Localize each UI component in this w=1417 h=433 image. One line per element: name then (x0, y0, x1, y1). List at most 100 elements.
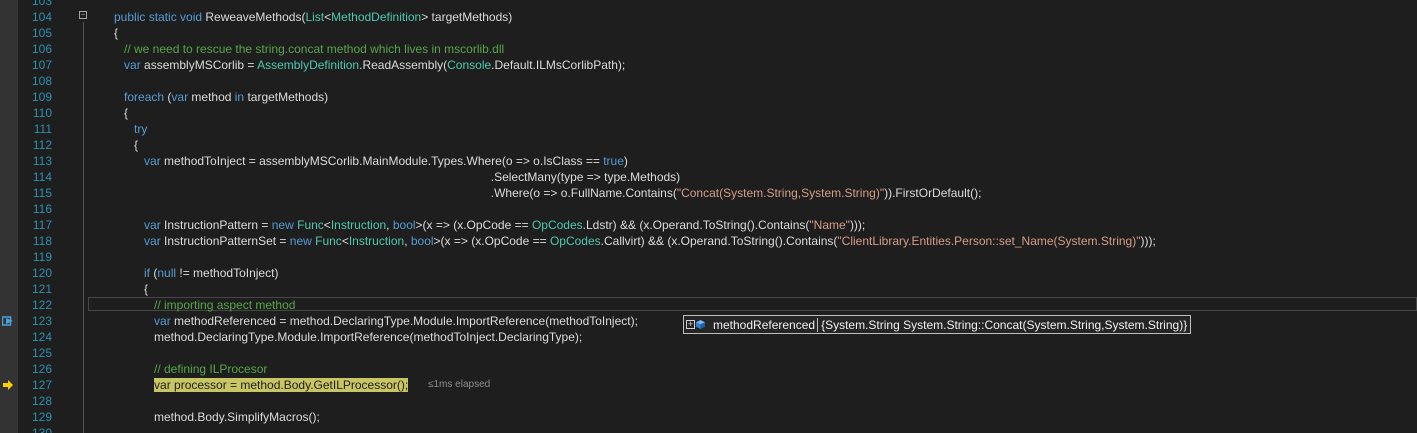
code-token: ))); (849, 218, 866, 232)
code-line[interactable]: 113 var methodToInject = assemblyMSCorli… (0, 153, 1417, 169)
code-text[interactable]: .SelectMany(type => type.Methods) (114, 169, 680, 185)
code-text[interactable]: var assemblyMSCorlib = AssemblyDefinitio… (114, 57, 625, 73)
code-token: , (386, 218, 393, 232)
code-token: methodToInject = assemblyMSCorlib.MainMo… (160, 154, 604, 168)
code-text[interactable]: foreach (var method in targetMethods) (114, 89, 328, 105)
code-line[interactable]: 109 foreach (var method in targetMethods… (0, 89, 1417, 105)
code-token: assemblyMSCorlib = (140, 58, 258, 72)
code-text[interactable]: var methodToInject = assemblyMSCorlib.Ma… (114, 153, 628, 169)
code-token: Instruction (348, 234, 405, 248)
line-number: 128 (31, 394, 52, 408)
code-text[interactable]: public static void ReweaveMethods(List<M… (114, 9, 512, 25)
code-text[interactable]: // we need to rescue the string.concat m… (114, 41, 504, 57)
code-line[interactable]: 120 if (null != methodToInject) (0, 265, 1417, 281)
code-text[interactable]: { (114, 137, 138, 153)
code-line[interactable]: 105 { (0, 25, 1417, 41)
code-line[interactable]: 107 var assemblyMSCorlib = AssemblyDefin… (0, 57, 1417, 73)
code-token: var processor = method.Body.GetILProcess… (154, 378, 409, 392)
code-text[interactable]: .Where(o => o.FullName.Contains("Concat(… (114, 185, 982, 201)
line-number: 107 (31, 58, 52, 72)
code-token: // we need to rescue the string.concat m… (114, 42, 505, 56)
code-token: "Concat(System.String,System.String)" (676, 186, 885, 200)
code-line[interactable]: 114 .SelectMany(type => type.Methods) (0, 169, 1417, 185)
code-token: bool (392, 218, 416, 232)
datatip-variable-value[interactable]: {System.String System.String::Concat(Sys… (821, 318, 1187, 332)
code-text[interactable]: if (null != methodToInject) (114, 265, 278, 281)
code-token: foreach (124, 90, 165, 104)
line-number: 109 (31, 90, 52, 104)
code-token: ReweaveMethods( (205, 10, 306, 24)
code-line[interactable]: 112 { (0, 137, 1417, 153)
code-line[interactable]: 127 var processor = method.Body.GetILPro… (0, 377, 1417, 393)
line-number: 119 (32, 250, 52, 264)
code-token: var (144, 218, 161, 232)
line-number: 114 (32, 170, 52, 184)
datatip-variable-name: methodReferenced (711, 317, 819, 332)
code-text[interactable]: var InstructionPattern = new Func<Instru… (114, 217, 865, 233)
line-number: 110 (32, 106, 52, 120)
code-token: public static void (114, 10, 206, 24)
code-line[interactable]: 111 try (0, 121, 1417, 137)
code-line[interactable]: 130 (0, 425, 1417, 433)
code-token: bool (410, 234, 434, 248)
code-line[interactable]: 108 (0, 73, 1417, 89)
code-line[interactable]: 129 method.Body.SimplifyMacros(); (0, 409, 1417, 425)
code-token: ) (623, 154, 628, 168)
code-token: OpCodes (531, 218, 583, 232)
code-line[interactable]: 121 { (0, 281, 1417, 297)
code-text[interactable]: { (114, 281, 148, 297)
code-token: InstructionPatternSet = (160, 234, 290, 248)
code-token: var (144, 154, 161, 168)
code-text[interactable]: // importing aspect method (114, 297, 295, 313)
code-line[interactable]: 103 (0, 0, 1417, 9)
code-line[interactable]: 104 public static void ReweaveMethods(Lis… (0, 9, 1417, 25)
code-token: MethodDefinition (331, 10, 422, 24)
code-text[interactable]: var methodReferenced = method.DeclaringT… (114, 313, 638, 329)
code-line[interactable]: 110 { (0, 105, 1417, 121)
code-token: targetMethods) (244, 90, 329, 104)
code-line[interactable]: 118 var InstructionPatternSet = new Func… (0, 233, 1417, 249)
code-text[interactable]: // defining ILProcesor (114, 361, 267, 377)
code-line[interactable]: 106 // we need to rescue the string.conc… (0, 41, 1417, 57)
line-number: 111 (33, 122, 52, 136)
code-line[interactable]: 117 var InstructionPattern = new Func<In… (0, 217, 1417, 233)
code-text[interactable]: { (114, 105, 128, 121)
code-text[interactable]: var InstructionPatternSet = new Func<Ins… (114, 233, 1156, 249)
code-token: method.DeclaringType.Module.ImportRefere… (114, 330, 583, 344)
line-number: 120 (31, 266, 52, 280)
code-line[interactable]: 116 (0, 201, 1417, 217)
line-number: 105 (31, 26, 52, 40)
line-number: 115 (32, 186, 52, 200)
code-line[interactable]: 122 // importing aspect method (0, 297, 1417, 313)
code-line[interactable]: 115 .Where(o => o.FullName.Contains("Con… (0, 185, 1417, 201)
code-token: { (114, 138, 139, 152)
code-token: var (144, 234, 161, 248)
code-token: try (134, 122, 148, 136)
code-text[interactable]: try (114, 121, 147, 137)
perf-tip[interactable]: ≤1ms elapsed (428, 377, 490, 393)
plus-box-icon[interactable]: + (686, 320, 695, 329)
code-token: Console (447, 58, 492, 72)
code-text[interactable]: method.Body.SimplifyMacros(); (114, 409, 320, 425)
code-token: InstructionPattern = (160, 218, 272, 232)
code-text[interactable]: method.DeclaringType.Module.ImportRefere… (114, 329, 582, 345)
code-text[interactable]: { (114, 25, 118, 41)
code-text[interactable]: var processor = method.Body.GetILProcess… (114, 377, 409, 393)
code-token: .SelectMany(type => type.Methods) (114, 170, 681, 184)
code-line[interactable]: 119 (0, 249, 1417, 265)
code-editor[interactable]: − 103 104 public static void ReweaveMethod… (0, 0, 1417, 433)
code-token: var (154, 314, 171, 328)
code-token: .Ldstr) && (x.Operand.ToString().Contain… (582, 218, 810, 232)
line-number: 118 (32, 234, 52, 248)
code-line[interactable]: 128 (0, 393, 1417, 409)
line-number: 126 (31, 362, 52, 376)
code-token: > targetMethods) (421, 10, 513, 24)
code-line[interactable]: 125 (0, 345, 1417, 361)
code-token: )).FirstOrDefault(); (884, 186, 982, 200)
line-number: 127 (31, 378, 52, 392)
datatip[interactable]: + methodReferenced {System.String System… (683, 315, 1192, 334)
line-number: 124 (31, 330, 52, 344)
code-line[interactable]: 126 // defining ILProcesor (0, 361, 1417, 377)
